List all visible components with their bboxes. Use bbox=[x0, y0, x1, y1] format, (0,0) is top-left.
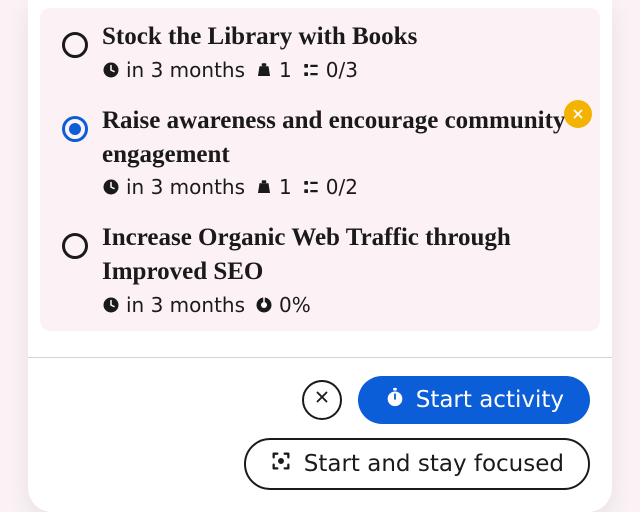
meta-weight-text: 1 bbox=[279, 58, 292, 82]
radio-unchecked-icon[interactable] bbox=[62, 233, 88, 259]
objective-item[interactable]: Stock the Library with Books in 3 months… bbox=[40, 8, 600, 92]
objective-meta: in 3 months 1 0/2 bbox=[102, 175, 578, 199]
clock-icon bbox=[102, 296, 120, 314]
close-button[interactable] bbox=[302, 380, 342, 420]
meta-time-text: in 3 months bbox=[126, 175, 245, 199]
meta-weight-text: 1 bbox=[279, 175, 292, 199]
checklist-icon bbox=[302, 61, 320, 79]
actions: Start activity Start and stay focused bbox=[28, 358, 612, 512]
close-icon bbox=[571, 107, 585, 121]
clock-icon bbox=[102, 178, 120, 196]
meta-time-text: in 3 months bbox=[126, 293, 245, 317]
weight-icon bbox=[255, 61, 273, 79]
meta-progress: 0/3 bbox=[302, 58, 358, 82]
objective-meta: in 3 months 1 0/3 bbox=[102, 58, 578, 82]
gauge-icon bbox=[255, 296, 273, 314]
clock-icon bbox=[102, 61, 120, 79]
meta-time: in 3 months bbox=[102, 58, 245, 82]
radio-checked-icon[interactable] bbox=[62, 116, 88, 142]
meta-time-text: in 3 months bbox=[126, 58, 245, 82]
objective-title: Raise awareness and encourage community … bbox=[102, 104, 578, 172]
checklist-icon bbox=[302, 178, 320, 196]
activity-picker-modal: Stock the Library with Books in 3 months… bbox=[28, 0, 612, 512]
meta-weight: 1 bbox=[255, 58, 292, 82]
objective-item[interactable]: Increase Organic Web Traffic through Imp… bbox=[40, 209, 600, 331]
start-focused-label: Start and stay focused bbox=[304, 451, 564, 477]
objective-title: Stock the Library with Books bbox=[102, 20, 578, 54]
meta-time: in 3 months bbox=[102, 293, 245, 317]
meta-time: in 3 months bbox=[102, 175, 245, 199]
meta-percent: 0% bbox=[255, 293, 311, 317]
objective-item[interactable]: Raise awareness and encourage community … bbox=[40, 92, 600, 210]
meta-progress: 0/2 bbox=[302, 175, 358, 199]
start-focused-button[interactable]: Start and stay focused bbox=[244, 438, 590, 490]
radio-unchecked-icon[interactable] bbox=[62, 32, 88, 58]
objective-title: Increase Organic Web Traffic through Imp… bbox=[102, 221, 578, 289]
remove-selection-button[interactable] bbox=[564, 100, 592, 128]
actions-row: Start activity bbox=[302, 376, 590, 424]
meta-weight: 1 bbox=[255, 175, 292, 199]
objective-content: Increase Organic Web Traffic through Imp… bbox=[102, 221, 578, 317]
start-activity-label: Start activity bbox=[416, 387, 564, 413]
objective-list: Stock the Library with Books in 3 months… bbox=[28, 0, 612, 339]
objective-content: Raise awareness and encourage community … bbox=[102, 104, 578, 200]
start-activity-button[interactable]: Start activity bbox=[358, 376, 590, 424]
weight-icon bbox=[255, 178, 273, 196]
meta-percent-text: 0% bbox=[279, 293, 311, 317]
stopwatch-icon bbox=[384, 386, 406, 414]
focus-icon bbox=[270, 450, 292, 478]
meta-progress-text: 0/3 bbox=[326, 58, 358, 82]
x-icon bbox=[313, 388, 331, 411]
objective-meta: in 3 months 0% bbox=[102, 293, 578, 317]
meta-progress-text: 0/2 bbox=[326, 175, 358, 199]
objective-content: Stock the Library with Books in 3 months… bbox=[102, 20, 578, 82]
